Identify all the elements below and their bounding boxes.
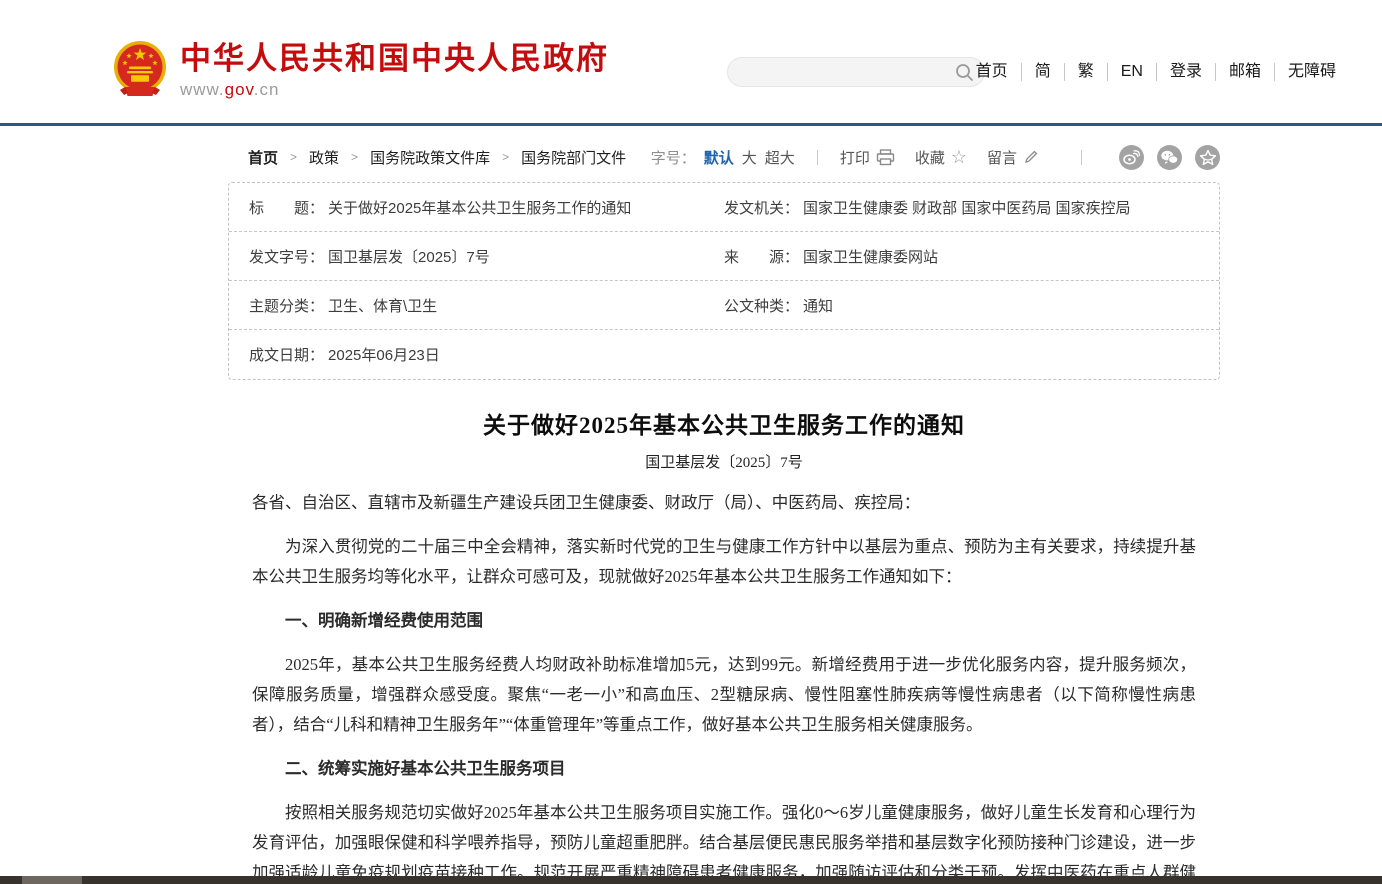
article-body: 各省、自治区、直辖市及新疆生产建设兵团卫生健康委、财政厅（局）、中医药局、疾控局… [252, 488, 1196, 884]
meta-value: 卫生、体育\卫生 [328, 295, 437, 316]
article-paragraph: 2025年，基本公共卫生服务经费人均财政补助标准增加5元，达到99元。新增经费用… [252, 650, 1196, 740]
nav-login[interactable]: 登录 [1156, 63, 1215, 81]
weibo-icon[interactable] [1119, 145, 1144, 170]
header-nav: 首页 简 繁 EN 登录 邮箱 无障碍 [976, 61, 1336, 83]
meta-row: 发文字号： 国卫基层发〔2025〕7号 来 源： 国家卫生健康委网站 [229, 232, 1219, 281]
url-gov: gov [225, 80, 254, 99]
search-input[interactable] [728, 58, 948, 86]
article-paragraph: 按照相关服务规范切实做好2025年基本公共卫生服务项目实施工作。强化0～6岁儿童… [252, 798, 1196, 884]
breadcrumb-policy[interactable]: 政策 [309, 147, 339, 168]
article-paragraph: 为深入贯彻党的二十届三中全会精神，落实新时代党的卫生与健康工作方针中以基层为重点… [252, 532, 1196, 592]
font-size-xlarge[interactable]: 超大 [765, 147, 795, 168]
meta-issuing-agency: 发文机关： 国家卫生健康委 财政部 国家中医药局 国家疾控局 [724, 197, 1131, 218]
meta-row: 成文日期： 2025年06月23日 [229, 330, 1219, 379]
site-url: www.gov.cn [180, 80, 609, 100]
url-prefix: www. [180, 80, 225, 99]
meta-doc-type: 公文种类： 通知 [724, 295, 833, 316]
section-heading-2: 二、统筹实施好基本公共卫生服务项目 [252, 754, 1196, 784]
meta-label: 发文机关： [724, 197, 799, 218]
breadcrumb-policy-library[interactable]: 国务院政策文件库 [370, 147, 490, 168]
font-size-label: 字号： [651, 147, 696, 168]
section-heading-1: 一、明确新增经费使用范围 [252, 606, 1196, 636]
national-emblem-icon [112, 40, 168, 100]
article: 关于做好2025年基本公共卫生服务工作的通知 国卫基层发〔2025〕7号 各省、… [228, 406, 1220, 884]
pencil-icon [1023, 149, 1039, 165]
search-box[interactable] [727, 57, 985, 87]
meta-value: 国家卫生健康委网站 [803, 246, 938, 267]
meta-topic-category: 主题分类： 卫生、体育\卫生 [249, 295, 724, 316]
breadcrumb: 首页 > 政策 > 国务院政策文件库 > 国务院部门文件 [248, 147, 626, 168]
meta-label: 来 源： [724, 246, 799, 267]
breadcrumb-separator: > [502, 150, 509, 164]
breadcrumb-separator: > [290, 150, 297, 164]
breadcrumb-home[interactable]: 首页 [248, 147, 278, 168]
toolbar-divider [1081, 150, 1082, 165]
article-toolbar: 字号： 默认 大 超大 打印 收藏 ☆ 留言 [651, 145, 1220, 170]
nav-home[interactable]: 首页 [976, 63, 1021, 81]
url-suffix: .cn [254, 80, 280, 99]
favorite-button[interactable]: 收藏 ☆ [915, 147, 967, 168]
nav-english[interactable]: EN [1107, 63, 1156, 81]
main-content: 首页 > 政策 > 国务院政策文件库 > 国务院部门文件 字号： 默认 大 超大… [228, 126, 1220, 884]
site-name: 中华人民共和国中央人民政府 [180, 40, 609, 78]
share-icons [1106, 145, 1220, 170]
meta-value: 国卫基层发〔2025〕7号 [328, 246, 490, 267]
meta-doc-number: 发文字号： 国卫基层发〔2025〕7号 [249, 246, 724, 267]
nav-accessibility[interactable]: 无障碍 [1274, 63, 1336, 81]
comment-label: 留言 [987, 147, 1017, 168]
meta-title: 标 题： 关于做好2025年基本公共卫生服务工作的通知 [249, 197, 724, 218]
printer-icon [876, 149, 895, 166]
site-header: 中华人民共和国中央人民政府 www.gov.cn 首页 简 繁 EN 登录 邮箱… [0, 0, 1382, 126]
print-label: 打印 [840, 147, 870, 168]
breadcrumb-separator: > [351, 150, 358, 164]
meta-label: 发文字号： [249, 246, 324, 267]
article-title: 关于做好2025年基本公共卫生服务工作的通知 [252, 406, 1196, 440]
meta-label: 公文种类： [724, 295, 799, 316]
breadcrumb-toolbar-row: 首页 > 政策 > 国务院政策文件库 > 国务院部门文件 字号： 默认 大 超大… [228, 126, 1220, 170]
site-title-block: 中华人民共和国中央人民政府 www.gov.cn [180, 40, 609, 100]
search-icon[interactable] [955, 63, 974, 82]
font-size-default[interactable]: 默认 [704, 147, 734, 168]
article-doc-number: 国卫基层发〔2025〕7号 [252, 451, 1196, 472]
meta-row: 标 题： 关于做好2025年基本公共卫生服务工作的通知 发文机关： 国家卫生健康… [229, 183, 1219, 232]
article-salutation: 各省、自治区、直辖市及新疆生产建设兵团卫生健康委、财政厅（局）、中医药局、疾控局… [252, 488, 1196, 518]
comment-button[interactable]: 留言 [987, 147, 1039, 168]
meta-label: 成文日期： [249, 344, 324, 365]
meta-source: 来 源： 国家卫生健康委网站 [724, 246, 938, 267]
nav-simplified[interactable]: 简 [1021, 63, 1064, 81]
meta-row: 主题分类： 卫生、体育\卫生 公文种类： 通知 [229, 281, 1219, 330]
taskbar-segment [22, 876, 82, 884]
meta-value: 国家卫生健康委 财政部 国家中医药局 国家疾控局 [803, 197, 1131, 218]
print-button[interactable]: 打印 [840, 147, 895, 168]
star-icon: ☆ [951, 149, 967, 165]
meta-date: 成文日期： 2025年06月23日 [249, 344, 724, 365]
favorite-label: 收藏 [915, 147, 945, 168]
wechat-icon[interactable] [1157, 145, 1182, 170]
meta-value: 2025年06月23日 [328, 344, 440, 365]
qzone-icon[interactable] [1195, 145, 1220, 170]
nav-mail[interactable]: 邮箱 [1215, 63, 1274, 81]
meta-value: 关于做好2025年基本公共卫生服务工作的通知 [328, 197, 631, 218]
meta-label: 标 题： [249, 197, 324, 218]
nav-traditional[interactable]: 繁 [1064, 63, 1107, 81]
meta-label: 主题分类： [249, 295, 324, 316]
document-meta-table: 标 题： 关于做好2025年基本公共卫生服务工作的通知 发文机关： 国家卫生健康… [228, 182, 1220, 380]
meta-value: 通知 [803, 295, 833, 316]
taskbar-edge [0, 876, 1382, 884]
site-logo[interactable]: 中华人民共和国中央人民政府 www.gov.cn [112, 40, 609, 100]
toolbar-divider [817, 150, 818, 165]
font-size-large[interactable]: 大 [742, 147, 757, 168]
breadcrumb-department-docs[interactable]: 国务院部门文件 [521, 147, 626, 168]
